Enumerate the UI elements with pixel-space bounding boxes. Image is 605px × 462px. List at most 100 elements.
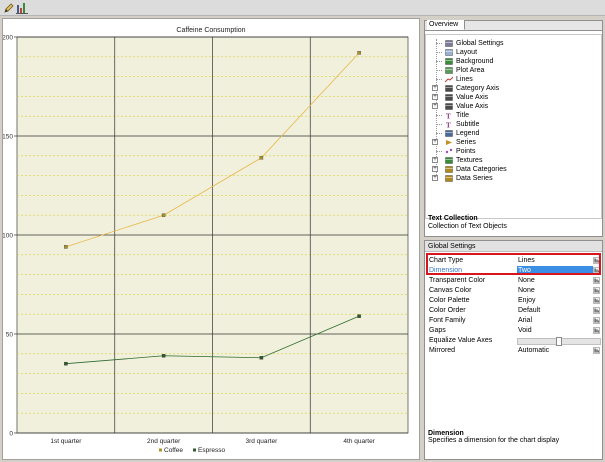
- property-dropdown-icon[interactable]: [593, 287, 600, 294]
- y-tick-label: 200: [3, 35, 13, 42]
- value-axis-icon: [445, 103, 453, 110]
- property-color-order[interactable]: Color Order Default: [427, 306, 601, 316]
- overview-description-text: Collection of Text Objects: [428, 223, 507, 230]
- property-value[interactable]: None: [517, 286, 593, 295]
- property-mirrored[interactable]: Mirrored Automatic: [427, 346, 601, 356]
- tree-item-label: Global Settings: [456, 40, 504, 47]
- x-tick-label: 4th quarter: [343, 438, 375, 445]
- expand-icon[interactable]: +: [432, 103, 438, 109]
- data-point: [259, 156, 264, 160]
- expand-icon[interactable]: +: [432, 94, 438, 100]
- property-dropdown-icon[interactable]: [593, 327, 600, 334]
- x-tick-label: 3rd quarter: [245, 438, 278, 445]
- legend-marker: [193, 448, 196, 452]
- value-axis-icon: [445, 94, 453, 101]
- property-value[interactable]: Enjoy: [517, 296, 593, 305]
- property-transparent-color[interactable]: Transparent Color None: [427, 276, 601, 286]
- chart-type-icon[interactable]: [16, 2, 28, 14]
- expand-icon[interactable]: +: [432, 157, 438, 163]
- tree-item-label: Title: [456, 112, 469, 119]
- data-point: [161, 354, 166, 358]
- expand-icon[interactable]: +: [432, 139, 438, 145]
- property-name: Color Palette: [429, 297, 470, 304]
- overview-tree: Global Settings Layout Background Plot Area…: [425, 34, 602, 219]
- category-axis-icon: [445, 85, 453, 92]
- tree-item-label: Points: [456, 148, 476, 155]
- legend-label: Espresso: [198, 447, 225, 454]
- data-point: [357, 51, 361, 55]
- property-name: Gaps: [429, 327, 446, 334]
- tree-item-label: Data Categories: [456, 166, 507, 173]
- property-color-palette[interactable]: Color Palette Enjoy: [427, 296, 601, 306]
- tree-item-label: Subtitle: [456, 121, 480, 128]
- data-point: [357, 314, 361, 318]
- tree-item-series[interactable]: + Series: [432, 138, 592, 147]
- property-name: Font Family: [429, 317, 466, 324]
- tree-item-background[interactable]: Background: [432, 57, 592, 66]
- svg-text:T: T: [446, 122, 451, 129]
- background-icon: [445, 58, 453, 65]
- property-value[interactable]: Arial: [517, 316, 593, 325]
- y-tick-label: 150: [3, 134, 13, 141]
- tree-item-category-axis[interactable]: + Category Axis: [432, 84, 592, 93]
- property-dropdown-icon[interactable]: [593, 347, 600, 354]
- property-gaps[interactable]: Gaps Void: [427, 326, 601, 336]
- tree-item-subtitle[interactable]: T Subtitle: [432, 120, 592, 130]
- property-name: Mirrored: [429, 347, 456, 354]
- tree-item-textures[interactable]: + Textures: [432, 156, 592, 165]
- chart-canvas[interactable]: Caffeine Consumption 0 50 100 150 200 1st qua…: [2, 18, 420, 460]
- tree-item-label: Lines: [456, 76, 473, 83]
- tab-overview[interactable]: Overview: [427, 20, 466, 30]
- data-series-icon: [445, 175, 453, 182]
- tree-item-lines[interactable]: Lines: [432, 75, 592, 84]
- property-dropdown-icon[interactable]: [593, 297, 600, 304]
- expand-icon[interactable]: +: [432, 175, 438, 181]
- textures-icon: [445, 157, 453, 164]
- property-value[interactable]: Automatic: [517, 346, 593, 355]
- y-tick-label: 100: [3, 233, 13, 240]
- data-categories-icon: [445, 166, 453, 173]
- property-value[interactable]: Void: [517, 326, 593, 335]
- property-equalize-value-axes[interactable]: Equalize Value Axes: [427, 336, 601, 346]
- tree-item-label: Value Axis: [456, 94, 489, 101]
- x-tick-label: 2nd quarter: [147, 438, 181, 445]
- expand-icon[interactable]: +: [432, 85, 438, 91]
- series-icon: [445, 139, 453, 146]
- plot-area-icon: [445, 67, 453, 74]
- tree-item-label: Category Axis: [456, 85, 500, 92]
- tree-item-global-settings[interactable]: Global Settings: [432, 39, 592, 48]
- equalize-slider[interactable]: [517, 337, 601, 346]
- property-dropdown-icon[interactable]: [593, 317, 600, 324]
- tree-item-title[interactable]: T Title: [432, 111, 592, 121]
- tree-item-data-categories[interactable]: + Data Categories: [432, 165, 592, 174]
- tree-item-plot-area[interactable]: Plot Area: [432, 66, 592, 75]
- tree-item-value-axis[interactable]: + Value Axis: [432, 102, 592, 111]
- property-canvas-color[interactable]: Canvas Color None: [427, 286, 601, 296]
- tree-item-label: Legend: [456, 130, 480, 137]
- property-value[interactable]: Default: [517, 306, 593, 315]
- property-value[interactable]: None: [517, 276, 593, 285]
- line-chart: Caffeine Consumption 0 50 100 150 200 1st qua…: [3, 27, 409, 454]
- expand-icon[interactable]: +: [432, 166, 438, 172]
- property-dropdown-icon[interactable]: [593, 277, 600, 284]
- layout-icon: [445, 49, 453, 56]
- tree-item-data-series[interactable]: + Data Series: [432, 174, 592, 183]
- tree-item-value-axis[interactable]: + Value Axis: [432, 93, 592, 102]
- edit-icon[interactable]: [3, 2, 15, 14]
- tree-item-points[interactable]: Points: [432, 147, 592, 156]
- property-font-family[interactable]: Font Family Arial: [427, 316, 601, 326]
- tree-item-legend[interactable]: Legend: [432, 129, 592, 138]
- tree-item-label: Data Series: [456, 175, 493, 182]
- settings-description-title: Dimension: [428, 430, 464, 437]
- property-name: Color Order: [429, 307, 466, 314]
- legend-marker: [159, 448, 162, 452]
- global-settings-icon: [445, 40, 453, 47]
- tree-item-label: Series: [456, 139, 476, 146]
- tree-item-layout[interactable]: Layout: [432, 48, 592, 57]
- slider-thumb[interactable]: [556, 337, 562, 346]
- data-point: [64, 361, 68, 366]
- tree-item-label: Layout: [456, 49, 478, 56]
- toolbar: [0, 0, 605, 16]
- property-name: Transparent Color: [429, 277, 486, 284]
- property-dropdown-icon[interactable]: [593, 307, 600, 314]
